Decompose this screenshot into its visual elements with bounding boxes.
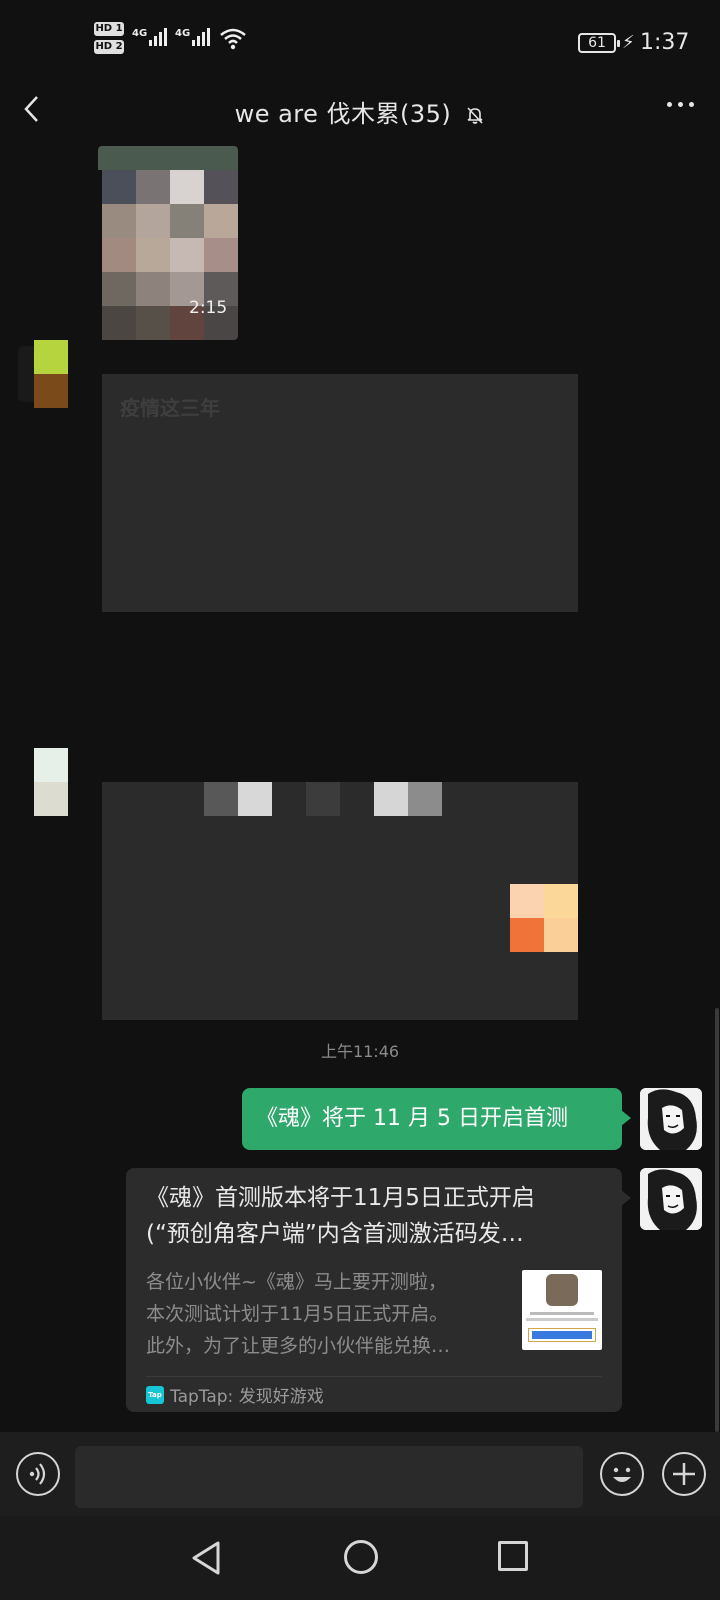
scrollbar[interactable] <box>715 1008 719 1432</box>
avatar-illustration-icon <box>640 1168 702 1230</box>
charging-icon: ⚡ <box>622 32 635 53</box>
link-thumbnail <box>522 1270 602 1350</box>
nav-home-icon[interactable] <box>344 1540 378 1574</box>
emoji-icon <box>613 1467 631 1482</box>
clock: 1:37 <box>640 30 690 55</box>
input-bar <box>0 1432 720 1516</box>
battery-icon: 61 <box>578 33 620 53</box>
link-desc-line: 此外，为了让更多的小伙伴能兑换… <box>146 1335 451 1357</box>
link-desc-line: 各位小伙伴~《魂》马上要开测啦， <box>146 1271 447 1293</box>
link-description: 各位小伙伴~《魂》马上要开测啦， 本次测试计划于11月5日正式开启。 此外，为了… <box>146 1266 496 1362</box>
link-divider <box>146 1376 602 1377</box>
mute-bell-icon <box>467 107 484 124</box>
hd2-badge: HD 2 <box>94 40 124 54</box>
signal-2-icon: 4G <box>175 28 212 46</box>
network-type-1: 4G <box>132 28 148 39</box>
chat-title-row: we are 伐木累(35) <box>0 94 720 129</box>
network-type-2: 4G <box>175 28 191 39</box>
link-source-label: TapTap: 发现好游戏 <box>170 1387 324 1407</box>
more-functions-button[interactable] <box>662 1452 706 1496</box>
sender-avatar[interactable] <box>18 340 68 408</box>
status-bar: HD 1 HD 2 4G 4G 61 ⚡ 1:37 <box>0 0 720 80</box>
my-text-message[interactable]: 《魂》将于 11 月 5 日开启首测 <box>242 1088 631 1150</box>
link-desc-line: 本次测试计划于11月5日正式开启。 <box>146 1303 449 1325</box>
blurred-card-text: 疫情这三年 <box>120 396 220 420</box>
time-divider: 上午11:46 <box>320 1042 400 1061</box>
voice-input-button[interactable] <box>16 1452 60 1496</box>
nav-back-icon[interactable] <box>190 1540 224 1576</box>
link-title-line: (“预创角客户端”内含首测激活码发… <box>146 1221 524 1247</box>
my-avatar[interactable] <box>640 1088 702 1150</box>
blurred-shared-card[interactable] <box>102 782 578 1020</box>
avatar-illustration-icon <box>640 1088 702 1150</box>
plus-icon <box>673 1463 695 1485</box>
voice-icon <box>29 1463 46 1485</box>
video-duration: 2:15 <box>189 298 228 318</box>
hd1-badge: HD 1 <box>94 22 124 36</box>
nav-recent-apps-icon[interactable] <box>498 1541 528 1571</box>
link-title-line: 《魂》首测版本将于11月5日正式开启 <box>146 1185 535 1211</box>
emoji-button[interactable] <box>600 1452 644 1496</box>
chat-header: we are 伐木累(35) <box>0 80 720 140</box>
signal-1-icon: 4G <box>132 28 169 46</box>
my-avatar[interactable] <box>640 1168 702 1230</box>
link-source: Tap TapTap: 发现好游戏 <box>146 1382 324 1407</box>
wifi-icon <box>220 28 246 50</box>
sender-avatar[interactable] <box>34 748 68 816</box>
message-input[interactable] <box>75 1446 583 1508</box>
system-navigation-bar <box>0 1516 720 1600</box>
link-title: 《魂》首测版本将于11月5日正式开启 (“预创角客户端”内含首测激活码发… <box>146 1180 606 1252</box>
sim-indicators: HD 1 HD 2 <box>94 22 124 58</box>
taptap-logo-icon: Tap <box>146 1385 164 1404</box>
more-options-icon[interactable] <box>667 102 694 107</box>
shared-link-card[interactable]: 《魂》首测版本将于11月5日正式开启 (“预创角客户端”内含首测激活码发… 各位… <box>126 1168 631 1412</box>
chat-title: we are 伐木累(35) <box>234 100 452 128</box>
